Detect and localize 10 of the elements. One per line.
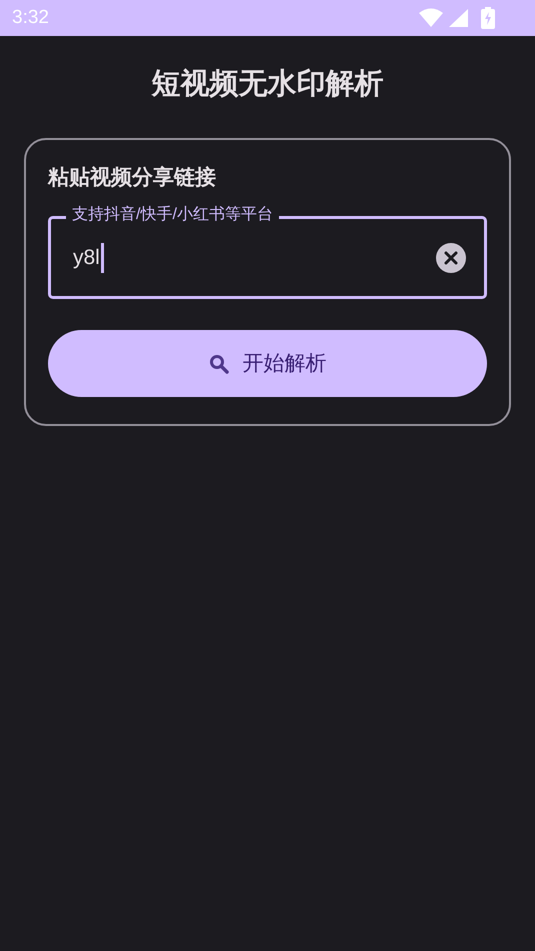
status-time: 3:32 [12, 6, 49, 30]
close-icon [444, 250, 458, 264]
battery-icon [481, 7, 495, 29]
wifi-icon [419, 8, 443, 28]
search-icon [208, 354, 228, 374]
clear-button[interactable] [436, 242, 466, 272]
page-title: 短视频无水印解析 [152, 67, 384, 102]
card-heading: 粘贴视频分享链接 [48, 164, 216, 191]
signal-icon [449, 8, 469, 28]
parse-button[interactable]: 开始解析 [48, 330, 487, 397]
